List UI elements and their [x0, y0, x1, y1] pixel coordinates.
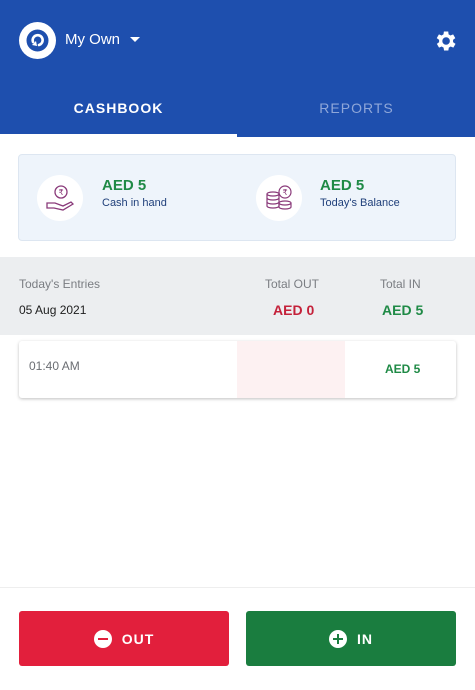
- summary-card: ₹ AED 5 Cash in hand ₹ AED 5 Today's Bal…: [18, 154, 456, 241]
- business-selector[interactable]: My Own: [65, 31, 141, 48]
- entry-out-cell: [237, 341, 345, 398]
- total-out-value: AED 0: [273, 302, 315, 318]
- cash-in-hand-value: AED 5: [102, 177, 147, 194]
- total-in-value: AED 5: [382, 302, 424, 318]
- settings-gear-icon[interactable]: [432, 28, 458, 54]
- cash-in-hand-label: Cash in hand: [102, 197, 167, 209]
- svg-text:₹: ₹: [282, 188, 287, 197]
- entry-time: 01:40 AM: [29, 359, 80, 373]
- cash-in-button[interactable]: IN: [246, 611, 456, 666]
- total-in-heading: Total IN: [380, 277, 421, 291]
- cash-in-label: IN: [357, 630, 373, 647]
- entries-date: 05 Aug 2021: [19, 303, 87, 317]
- total-out-heading: Total OUT: [265, 277, 320, 291]
- todays-balance-value: AED 5: [320, 177, 365, 194]
- entry-row[interactable]: 01:40 AM AED 5: [19, 341, 456, 398]
- cash-out-button[interactable]: OUT: [19, 611, 229, 666]
- tab-cashbook[interactable]: CASHBOOK: [0, 100, 237, 116]
- bottom-divider: [0, 587, 475, 588]
- todays-balance-icon: ₹: [256, 175, 302, 221]
- plus-circle-icon: [329, 629, 347, 648]
- entry-in-amount: AED 5: [385, 362, 421, 376]
- entries-summary-bar: Today's Entries Total OUT Total IN 05 Au…: [0, 257, 475, 335]
- app-logo-icon: [19, 22, 56, 59]
- app-header: My Own CASHBOOK REPORTS: [0, 0, 475, 137]
- caret-down-icon: [130, 37, 141, 42]
- cash-out-label: OUT: [121, 630, 155, 647]
- todays-balance-label: Today's Balance: [320, 197, 400, 209]
- tab-reports[interactable]: REPORTS: [238, 100, 475, 116]
- business-name: My Own: [65, 31, 121, 48]
- cash-in-hand-icon: ₹: [37, 175, 83, 221]
- todays-entries-heading: Today's Entries: [19, 277, 100, 291]
- svg-text:₹: ₹: [58, 188, 63, 197]
- minus-circle-icon: [93, 629, 112, 648]
- active-tab-indicator: [0, 134, 237, 137]
